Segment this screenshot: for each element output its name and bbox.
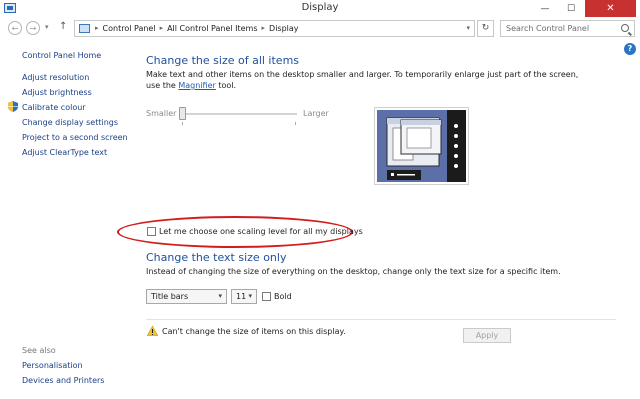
- address-history-dropdown[interactable]: ▾: [466, 24, 470, 32]
- breadcrumb-display[interactable]: Display: [269, 24, 299, 33]
- text-size-heading: Change the text size only: [146, 251, 287, 264]
- address-bar[interactable]: ▸ Control Panel ▸ All Control Panel Item…: [74, 20, 475, 37]
- navigation-bar: ← → ▾ ↑ ▸ Control Panel ▸ All Control Pa…: [0, 17, 640, 41]
- scaling-checkbox-label[interactable]: Let me choose one scaling level for all …: [159, 227, 363, 236]
- footer-divider: [146, 319, 616, 320]
- minimize-button[interactable]: —: [532, 0, 558, 17]
- size-description-prefix: use the: [146, 81, 179, 90]
- search-box: [500, 20, 635, 37]
- item-select[interactable]: Title bars ▾: [146, 289, 227, 304]
- chevron-down-icon: ▾: [248, 292, 252, 300]
- maximize-button[interactable]: ☐: [558, 0, 584, 17]
- warning-icon: [147, 326, 158, 336]
- sidebar-item-adjust-resolution[interactable]: Adjust resolution: [22, 73, 89, 82]
- sidebar-item-change-display-settings[interactable]: Change display settings: [22, 118, 118, 127]
- breadcrumb-control-panel[interactable]: Control Panel: [103, 24, 156, 33]
- breadcrumb-all-items[interactable]: All Control Panel Items: [167, 24, 257, 33]
- breadcrumb: ▸ Control Panel ▸ All Control Panel Item…: [95, 24, 299, 33]
- sidebar-item-calibrate-colour[interactable]: Calibrate colour: [22, 103, 86, 112]
- help-icon[interactable]: ?: [624, 43, 636, 55]
- breadcrumb-separator[interactable]: ▸: [95, 24, 99, 33]
- scaling-checkbox[interactable]: [147, 227, 156, 236]
- up-button[interactable]: ↑: [59, 21, 67, 32]
- size-slider-thumb[interactable]: [179, 107, 186, 120]
- text-size-description: Instead of changing the size of everythi…: [146, 267, 561, 276]
- breadcrumb-separator[interactable]: ▸: [262, 24, 266, 33]
- chevron-down-icon: ▾: [218, 292, 222, 300]
- see-also-label: See also: [22, 346, 56, 355]
- recent-locations-dropdown[interactable]: ▾: [45, 23, 49, 31]
- font-size-select[interactable]: 11 ▾: [231, 289, 257, 304]
- search-icon[interactable]: [621, 24, 629, 32]
- size-description: Make text and other items on the desktop…: [146, 69, 578, 91]
- sidebar-item-adjust-cleartype[interactable]: Adjust ClearType text: [22, 148, 107, 157]
- size-slider-track[interactable]: [181, 113, 297, 115]
- sidebar: Control Panel Home Adjust resolution Adj…: [0, 45, 136, 399]
- shield-icon: [8, 101, 18, 112]
- scaling-checkbox-row[interactable]: Let me choose one scaling level for all …: [147, 227, 363, 236]
- apply-button[interactable]: Apply: [463, 328, 511, 343]
- title-bar: Display — ☐ ✕: [0, 0, 640, 17]
- font-size-select-value: 11: [236, 292, 247, 301]
- close-button[interactable]: ✕: [585, 0, 636, 17]
- breadcrumb-separator[interactable]: ▸: [160, 24, 164, 33]
- refresh-button[interactable]: ↻: [477, 20, 494, 37]
- warning-text: Can't change the size of items on this d…: [162, 327, 346, 336]
- size-description-line2: use the Magnifier tool.: [146, 80, 578, 91]
- sidebar-item-adjust-brightness[interactable]: Adjust brightness: [22, 88, 92, 97]
- slider-max-label: Larger: [303, 109, 329, 118]
- control-panel-icon: [79, 24, 90, 33]
- size-description-line1: Make text and other items on the desktop…: [146, 70, 579, 79]
- slider-tick: [182, 122, 183, 125]
- size-description-suffix: tool.: [215, 81, 237, 90]
- magnifier-link[interactable]: Magnifier: [178, 81, 215, 90]
- back-button[interactable]: ←: [8, 21, 22, 35]
- search-input[interactable]: [501, 21, 616, 36]
- sidebar-item-project-second-screen[interactable]: Project to a second screen: [22, 133, 128, 142]
- display-preview: [374, 107, 469, 185]
- forward-button[interactable]: →: [26, 21, 40, 35]
- bold-checkbox-row[interactable]: Bold: [262, 292, 292, 301]
- display-preview-icon: [377, 110, 466, 182]
- bold-checkbox[interactable]: [262, 292, 271, 301]
- sidebar-item-personalisation[interactable]: Personalisation: [22, 361, 83, 370]
- size-heading: Change the size of all items: [146, 54, 300, 67]
- sidebar-item-control-panel-home[interactable]: Control Panel Home: [22, 51, 101, 60]
- item-select-value: Title bars: [151, 292, 189, 301]
- sidebar-item-devices-printers[interactable]: Devices and Printers: [22, 376, 104, 385]
- slider-min-label: Smaller: [146, 109, 177, 118]
- bold-checkbox-label[interactable]: Bold: [274, 292, 292, 301]
- slider-tick: [295, 122, 296, 125]
